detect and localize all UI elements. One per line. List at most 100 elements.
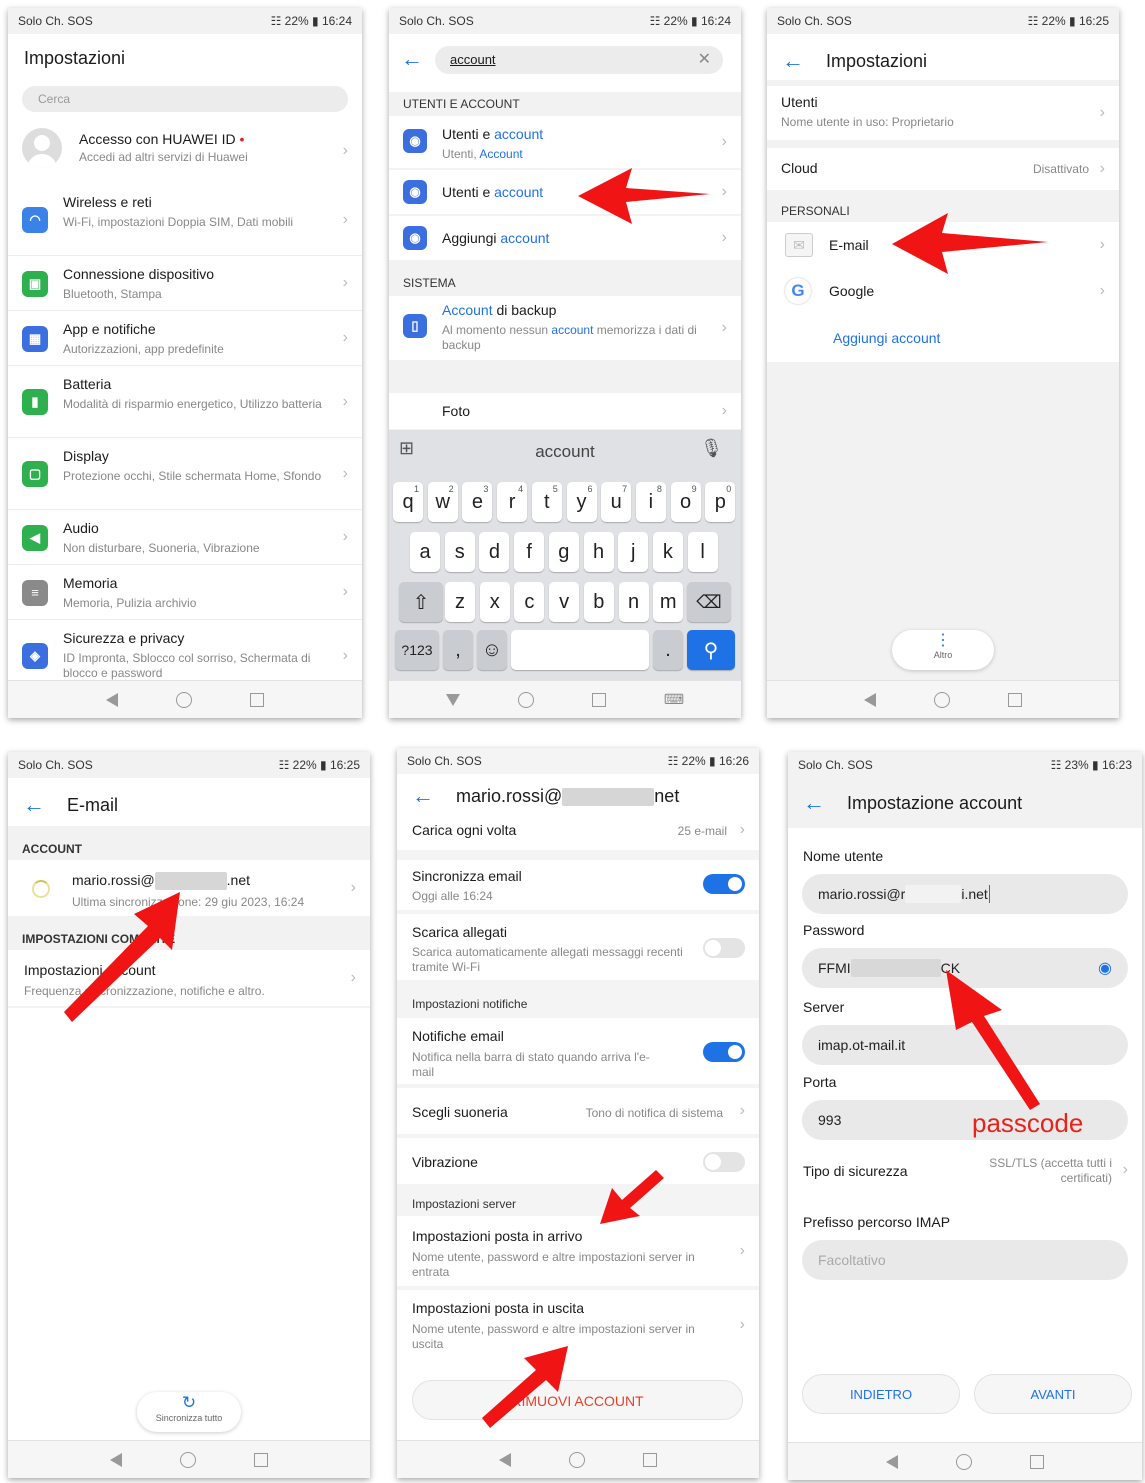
remove-account-button[interactable]: RIMUOVI ACCOUNT [412, 1380, 743, 1420]
recents-nav-icon[interactable] [1030, 1454, 1044, 1469]
space-key[interactable] [511, 630, 649, 670]
settings-item[interactable]: ◀ Audio Non disturbare, Suoneria, Vibrazio… [8, 510, 362, 565]
incoming-settings-row[interactable]: Impostazioni posta in arrivo Nome utente… [397, 1216, 759, 1286]
hide-keyboard-icon[interactable] [445, 693, 460, 706]
username-field[interactable]: mario.rossi@r i.net [802, 874, 1128, 914]
back-nav-icon[interactable] [106, 692, 118, 707]
show-password-eye-icon[interactable]: ◉ [1098, 958, 1112, 978]
key-q[interactable]: q1 [393, 482, 423, 522]
result-utenti-account[interactable]: ◉ Utenti e account Utenti, Account › [389, 116, 741, 168]
recents-nav-icon[interactable] [1008, 692, 1022, 707]
home-nav-icon[interactable] [934, 691, 950, 708]
settings-item[interactable]: ≡ Memoria Memoria, Pulizia archivio › [8, 565, 362, 620]
recents-nav-icon[interactable] [250, 692, 264, 707]
result-foto[interactable]: Foto › [389, 393, 741, 429]
imap-prefix-field[interactable]: Facoltativo [802, 1240, 1128, 1280]
period-key[interactable]: . [653, 630, 683, 670]
key-i[interactable]: i8 [635, 482, 666, 522]
key-k[interactable]: k [652, 532, 683, 572]
key-f[interactable]: f [514, 532, 545, 572]
settings-item[interactable]: ▢ Display Protezione occhi, Stile schermat… [8, 438, 362, 510]
back-arrow-icon[interactable]: ← [803, 790, 825, 816]
add-account-link[interactable]: Aggiungi account [833, 330, 940, 346]
vibration-toggle[interactable] [703, 1152, 745, 1172]
home-nav-icon[interactable] [569, 1451, 585, 1468]
sync-email-row[interactable]: Sincronizza email Oggi alle 16:24 [397, 860, 759, 910]
key-r[interactable]: r4 [497, 482, 528, 522]
sync-email-toggle[interactable] [703, 874, 745, 894]
vibration-row[interactable]: Vibrazione [397, 1138, 759, 1184]
download-attachments-row[interactable]: Scarica allegati Scarica automaticamente… [397, 914, 759, 980]
keyboard-icon[interactable]: ⌨ [664, 691, 684, 708]
result-utenti-account-2[interactable]: ◉ Utenti e account › [389, 170, 741, 214]
clear-icon[interactable]: ✕ [698, 46, 711, 74]
backspace-key[interactable]: ⌫ [687, 582, 731, 622]
settings-item[interactable]: ▣ Connessione dispositivo Bluetooth, Stamp… [8, 256, 362, 311]
email-notifications-row[interactable]: Notifiche email Notifica nella barra di … [397, 1018, 759, 1084]
back-arrow-icon[interactable]: ← [782, 48, 804, 74]
key-h[interactable]: h [583, 532, 614, 572]
key-c[interactable]: c [514, 582, 545, 622]
key-a[interactable]: a [410, 532, 440, 572]
key-l[interactable]: l [687, 532, 718, 572]
key-n[interactable]: n [618, 582, 649, 622]
outgoing-settings-row[interactable]: Impostazioni posta in uscita Nome utente… [397, 1290, 759, 1360]
result-aggiungi-account[interactable]: ◉ Aggiungi account › [389, 216, 741, 260]
key-y[interactable]: y6 [566, 482, 597, 522]
back-button[interactable]: INDIETRO [802, 1374, 960, 1414]
utenti-row[interactable]: Utenti Nome utente in uso: Proprietario … [767, 86, 1119, 140]
back-nav-icon[interactable] [110, 1452, 122, 1467]
recents-nav-icon[interactable] [643, 1452, 657, 1467]
settings-item[interactable]: ◠ Wireless e reti Wi-Fi, impostazioni Dopp… [8, 184, 362, 256]
settings-item[interactable]: ▮ Batteria Modalità di risparmio energetic… [8, 366, 362, 438]
account-settings-row[interactable]: Impostazioni account Frequenza sincroniz… [8, 950, 370, 1006]
back-nav-icon[interactable] [886, 1454, 898, 1469]
back-nav-icon[interactable] [499, 1452, 511, 1467]
back-arrow-icon[interactable]: ← [23, 792, 45, 818]
notifications-toggle[interactable] [703, 1042, 745, 1062]
search-input[interactable]: Cerca [22, 86, 348, 112]
recents-nav-icon[interactable] [591, 692, 606, 707]
security-type-row[interactable]: Tipo di sicurezza SSL/TLS (accetta tutti… [788, 1148, 1142, 1192]
sync-all-button[interactable]: ↻ Sincronizza tutto [137, 1392, 241, 1432]
google-account-row[interactable]: G Google › [767, 270, 1119, 312]
server-field[interactable]: imap.ot-mail.it [802, 1025, 1128, 1065]
home-nav-icon[interactable] [517, 691, 534, 708]
cloud-row[interactable]: Cloud Disattivato › [767, 148, 1119, 190]
more-button[interactable]: ⋮ Altro [892, 630, 994, 670]
recents-nav-icon[interactable] [254, 1452, 268, 1467]
email-account-entry[interactable]: mario.rossi@ .net Ultima sincronizzazione… [8, 860, 370, 916]
ringtone-row[interactable]: Scegli suoneria Tono di notifica di sist… [397, 1088, 759, 1134]
key-d[interactable]: d [479, 532, 510, 572]
carica-row[interactable]: Carica ogni volta 25 e-mail › [397, 816, 759, 850]
key-j[interactable]: j [618, 532, 649, 572]
search-key[interactable]: ⚲ [687, 630, 735, 670]
home-nav-icon[interactable] [956, 1453, 972, 1470]
key-u[interactable]: u7 [601, 482, 632, 522]
back-arrow-icon[interactable]: ← [401, 46, 423, 72]
key-t[interactable]: t5 [531, 482, 562, 522]
password-field[interactable]: FFMI CK ◉ [802, 948, 1128, 988]
key-z[interactable]: z [445, 582, 475, 622]
result-account-backup[interactable]: ▯ Account di backup Al momento nessun ac… [389, 296, 741, 360]
key-v[interactable]: v [549, 582, 580, 622]
key-o[interactable]: o9 [670, 482, 701, 522]
comma-key[interactable]: , [443, 630, 473, 670]
key-s[interactable]: s [444, 532, 475, 572]
key-b[interactable]: b [583, 582, 614, 622]
key-m[interactable]: m [653, 582, 684, 622]
back-arrow-icon[interactable]: ← [412, 783, 434, 809]
back-nav-icon[interactable] [864, 692, 876, 707]
key-e[interactable]: e3 [462, 482, 493, 522]
attachments-toggle[interactable] [703, 938, 745, 958]
settings-item[interactable]: ▦ App e notifiche Autorizzazioni, app pred… [8, 311, 362, 366]
suggestion-word[interactable]: account [389, 442, 741, 462]
key-p[interactable]: p0 [705, 482, 736, 522]
home-nav-icon[interactable] [180, 1451, 196, 1468]
huawei-id-row[interactable]: Accesso con HUAWEI ID • Accedi ad altri … [8, 120, 362, 182]
microphone-icon[interactable]: 🎙 [700, 438, 723, 459]
email-account-row[interactable]: ✉ E-mail › [767, 224, 1119, 266]
home-nav-icon[interactable] [176, 691, 192, 708]
key-w[interactable]: w2 [427, 482, 458, 522]
key-g[interactable]: g [548, 532, 579, 572]
